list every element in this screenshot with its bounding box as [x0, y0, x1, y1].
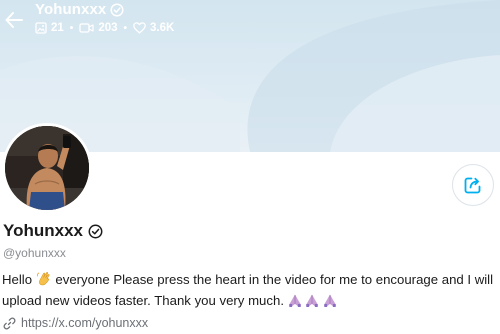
- avatar-photo: [5, 126, 89, 210]
- separator-dot: •: [123, 22, 128, 34]
- share-button[interactable]: [452, 164, 494, 206]
- profile-stats: 21 • 203 • 3.6K: [35, 22, 174, 34]
- profile-handle: @yohunxxx: [3, 246, 66, 260]
- verified-badge-icon: [88, 224, 103, 238]
- stat-photos-count: 21: [51, 22, 64, 34]
- stat-likes[interactable]: 3.6K: [133, 22, 174, 34]
- separator-dot: •: [69, 22, 74, 34]
- folded-hands-emoji: [288, 294, 301, 307]
- video-camera-icon: [79, 23, 94, 33]
- profile-link-row: https://x.com/yohunxxx: [3, 316, 148, 330]
- stat-likes-count: 3.6K: [150, 22, 175, 34]
- back-button[interactable]: [3, 9, 25, 31]
- arrow-left-icon: [5, 12, 23, 28]
- image-icon: [35, 22, 47, 34]
- folded-hands-emoji: [306, 294, 319, 307]
- waving-hand-emoji: [36, 272, 50, 286]
- avatar[interactable]: [2, 123, 92, 213]
- bio-message: everyone Please press the heart in the v…: [2, 272, 494, 308]
- link-icon: [3, 317, 16, 329]
- bio-greeting: Hello: [2, 272, 33, 287]
- stat-photos[interactable]: 21: [35, 22, 64, 34]
- profile-name-text: Yohunxxx: [3, 221, 83, 240]
- profile-name: Yohunxxx: [3, 221, 103, 241]
- profile-bio: Hello everyone Please press the heart in…: [2, 270, 498, 311]
- verified-badge-icon: [110, 2, 124, 17]
- folded-hands-emoji: [324, 294, 336, 307]
- share-icon: [464, 177, 481, 194]
- stat-videos[interactable]: 203: [79, 22, 118, 34]
- stat-videos-count: 203: [98, 22, 118, 34]
- header-title: Yohunxxx: [35, 1, 124, 18]
- heart-icon: [133, 22, 146, 34]
- profile-link[interactable]: https://x.com/yohunxxx: [21, 316, 148, 330]
- top-bar: Yohunxxx 21 • 203 • 3.6K: [0, 0, 500, 50]
- header-title-text: Yohunxxx: [35, 1, 107, 18]
